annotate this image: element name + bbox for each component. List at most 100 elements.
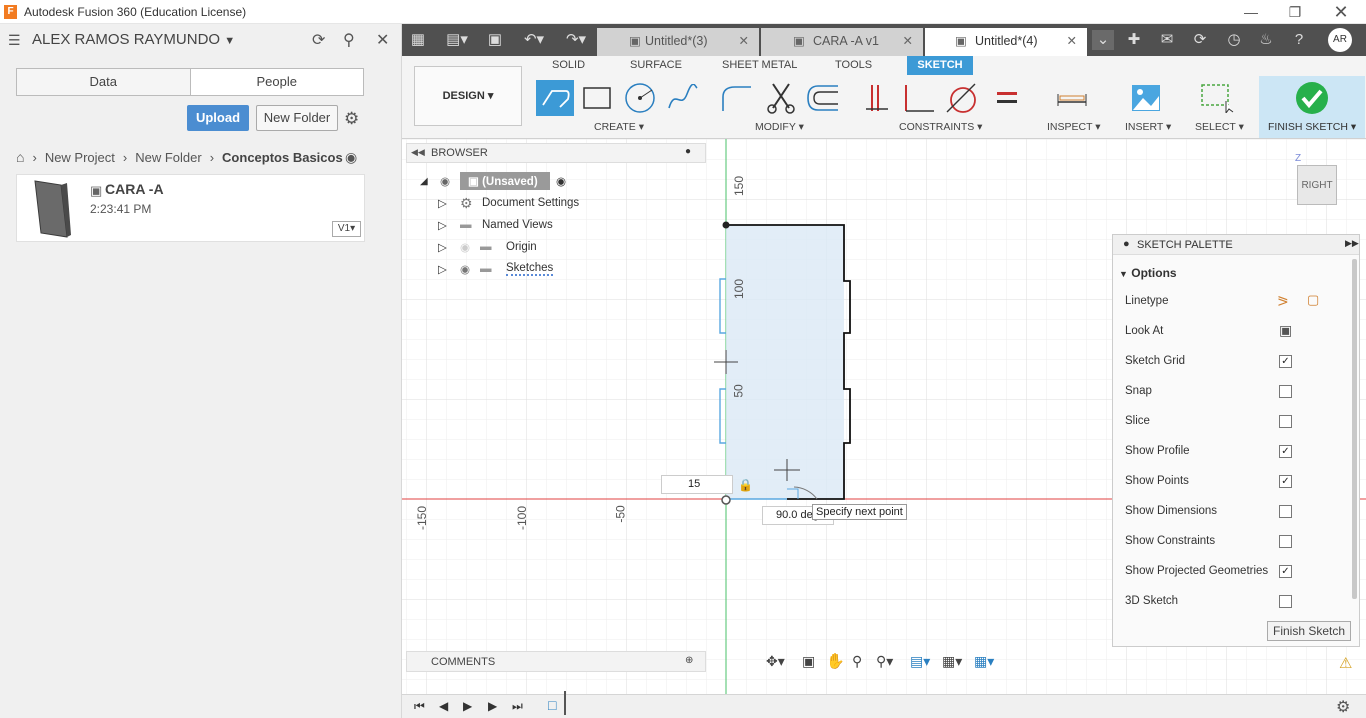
job-status-icon[interactable]: ◷ xyxy=(1223,30,1245,50)
home-icon[interactable]: ⌂ xyxy=(16,149,24,165)
collapse-icon[interactable]: ◀◀ xyxy=(411,147,425,158)
close-icon[interactable]: ✕ xyxy=(1318,0,1364,24)
tab-overflow-icon[interactable]: ⌄ xyxy=(1092,30,1114,50)
browser-header[interactable]: ◀◀ BROWSER ● xyxy=(406,143,706,163)
display-settings-icon[interactable]: ▤▾ xyxy=(910,653,930,670)
help-icon[interactable]: ? xyxy=(1288,30,1310,50)
3d-sketch-checkbox[interactable] xyxy=(1279,595,1292,608)
insert-image-icon[interactable] xyxy=(1127,80,1165,116)
grid-menu-icon[interactable]: ▦ xyxy=(407,30,429,50)
breadcrumb-project[interactable]: New Project xyxy=(45,150,115,165)
browser-root[interactable]: ◢ ◉ ▣ (Unsaved) ◉ xyxy=(420,170,710,192)
tangent-constraint-icon[interactable] xyxy=(943,80,981,116)
expand-triangle-icon[interactable]: ◢ xyxy=(420,176,440,187)
gear-icon[interactable]: ⚙ xyxy=(1336,697,1350,717)
chat-icon[interactable]: ✉ xyxy=(1156,30,1178,50)
tab-people[interactable]: People xyxy=(191,69,364,95)
sketch-grid-checkbox[interactable]: ✓ xyxy=(1279,355,1292,368)
timeline-sketch-icon[interactable]: □ xyxy=(548,697,556,713)
workspace-switcher[interactable]: DESIGN ▾ xyxy=(414,66,522,126)
warning-icon[interactable]: ⚠ xyxy=(1339,654,1352,672)
undo-icon[interactable]: ↶▾ xyxy=(517,30,551,50)
perpendicular-constraint-icon[interactable] xyxy=(900,80,938,116)
trim-scissors-icon[interactable] xyxy=(762,80,800,116)
length-input[interactable]: 15 xyxy=(661,475,733,494)
circle-tool-icon[interactable] xyxy=(621,80,659,116)
show-projected-checkbox[interactable]: ✓ xyxy=(1279,565,1292,578)
lock-icon[interactable]: 🔒 xyxy=(738,478,753,492)
tab-data[interactable]: Data xyxy=(17,69,191,95)
equal-constraint-icon[interactable] xyxy=(988,80,1026,116)
play-icon[interactable]: ▶ xyxy=(463,699,472,713)
browser-item[interactable]: ▷ ◉ ▬ Sketches xyxy=(438,258,710,280)
zoom-icon[interactable]: ⚲ xyxy=(852,653,862,670)
expand-triangle-icon[interactable]: ▷ xyxy=(438,196,460,210)
redo-icon[interactable]: ↷▾ xyxy=(559,30,593,50)
show-points-checkbox[interactable]: ✓ xyxy=(1279,475,1292,488)
viewports-icon[interactable]: ▦▾ xyxy=(974,653,994,670)
show-constraints-checkbox[interactable] xyxy=(1279,535,1292,548)
view-cube[interactable]: RIGHT xyxy=(1297,165,1337,205)
measure-icon[interactable] xyxy=(1053,80,1091,116)
pan-hand-icon[interactable]: ✋ xyxy=(826,652,845,670)
palette-scrollbar[interactable] xyxy=(1352,259,1357,599)
comments-panel[interactable]: COMMENTS ⊕ xyxy=(406,651,706,672)
select-window-icon[interactable] xyxy=(1198,80,1236,116)
spline-tool-icon[interactable] xyxy=(664,80,702,116)
expand-triangle-icon[interactable]: ▷ xyxy=(438,262,460,276)
palette-header[interactable]: ● SKETCH PALETTE ▶▶ xyxy=(1113,235,1359,255)
new-folder-button[interactable]: New Folder xyxy=(256,105,338,131)
grid-settings-icon[interactable]: ▦▾ xyxy=(942,653,962,670)
tab-untitled-3[interactable]: ▣ Untitled*(3) ✕ xyxy=(597,28,759,56)
search-icon[interactable]: ⚲ xyxy=(343,30,355,50)
select-menu[interactable]: SELECT ▾ xyxy=(1195,121,1244,133)
look-at-icon[interactable]: ▣ xyxy=(802,653,815,670)
close-panel-icon[interactable]: ✕ xyxy=(376,30,389,50)
new-tab-icon[interactable]: ✚ xyxy=(1123,30,1145,50)
construction-linetype-icon[interactable]: ⪖ xyxy=(1277,292,1289,309)
breadcrumb-folder[interactable]: New Folder xyxy=(135,150,201,165)
finish-sketch-label[interactable]: FINISH SKETCH ▾ xyxy=(1268,121,1356,133)
slice-checkbox[interactable] xyxy=(1279,415,1292,428)
eye-icon[interactable]: ◉ xyxy=(460,262,480,276)
browser-item[interactable]: ▷ ◉ ▬ Origin xyxy=(438,236,710,258)
file-menu-icon[interactable]: ▤▾ xyxy=(442,30,472,50)
version-badge[interactable]: V1▾ xyxy=(332,221,361,237)
step-forward-icon[interactable]: ▶ xyxy=(488,699,497,713)
tab-surface[interactable]: SURFACE xyxy=(630,59,682,71)
team-icon[interactable]: ☰ xyxy=(8,32,21,49)
save-icon[interactable]: ▣ xyxy=(484,30,506,50)
minus-icon[interactable]: ● xyxy=(685,146,691,157)
line-tool-icon[interactable] xyxy=(536,80,574,116)
upload-button[interactable]: Upload xyxy=(187,105,249,131)
expand-triangle-icon[interactable]: ▷ xyxy=(438,218,460,232)
fillet-tool-icon[interactable] xyxy=(718,80,756,116)
skip-end-icon[interactable]: ⏭ xyxy=(512,699,523,714)
close-tab-icon[interactable]: ✕ xyxy=(1067,28,1077,54)
show-dimensions-checkbox[interactable] xyxy=(1279,505,1292,518)
tab-untitled-4[interactable]: ▣ Untitled*(4) ✕ xyxy=(925,28,1087,56)
insert-menu[interactable]: INSERT ▾ xyxy=(1125,121,1171,133)
user-name[interactable]: ALEX RAMOS RAYMUNDO ▼ xyxy=(32,31,235,48)
timeline-marker[interactable] xyxy=(564,691,572,715)
create-menu[interactable]: CREATE ▾ xyxy=(594,121,644,133)
inspect-menu[interactable]: INSPECT ▾ xyxy=(1047,121,1101,133)
tab-tools[interactable]: TOOLS xyxy=(835,59,872,71)
close-tab-icon[interactable]: ✕ xyxy=(739,28,749,54)
browser-item[interactable]: ▷ ▬ Named Views xyxy=(438,214,710,236)
finish-sketch-button[interactable]: Finish Sketch xyxy=(1267,621,1351,641)
zoom-window-icon[interactable]: ⚲▾ xyxy=(876,653,893,670)
online-status-icon[interactable]: ⟳ xyxy=(1189,30,1211,50)
rectangle-tool-icon[interactable] xyxy=(578,80,616,116)
eye-icon[interactable]: ◉ xyxy=(440,174,460,188)
restore-icon[interactable]: ❐ xyxy=(1272,0,1318,24)
close-tab-icon[interactable]: ✕ xyxy=(903,28,913,54)
show-profile-checkbox[interactable]: ✓ xyxy=(1279,445,1292,458)
browser-item[interactable]: ▷ ⚙ Document Settings xyxy=(438,192,710,214)
coincident-constraint-icon[interactable] xyxy=(859,80,897,116)
look-at-icon[interactable]: ▣ xyxy=(1279,322,1292,339)
expand-triangle-icon[interactable]: ▷ xyxy=(438,240,460,254)
expand-icon[interactable]: ▶▶ xyxy=(1345,238,1359,249)
tab-sheet-metal[interactable]: SHEET METAL xyxy=(722,59,797,71)
step-back-icon[interactable]: ◀ xyxy=(439,699,448,713)
